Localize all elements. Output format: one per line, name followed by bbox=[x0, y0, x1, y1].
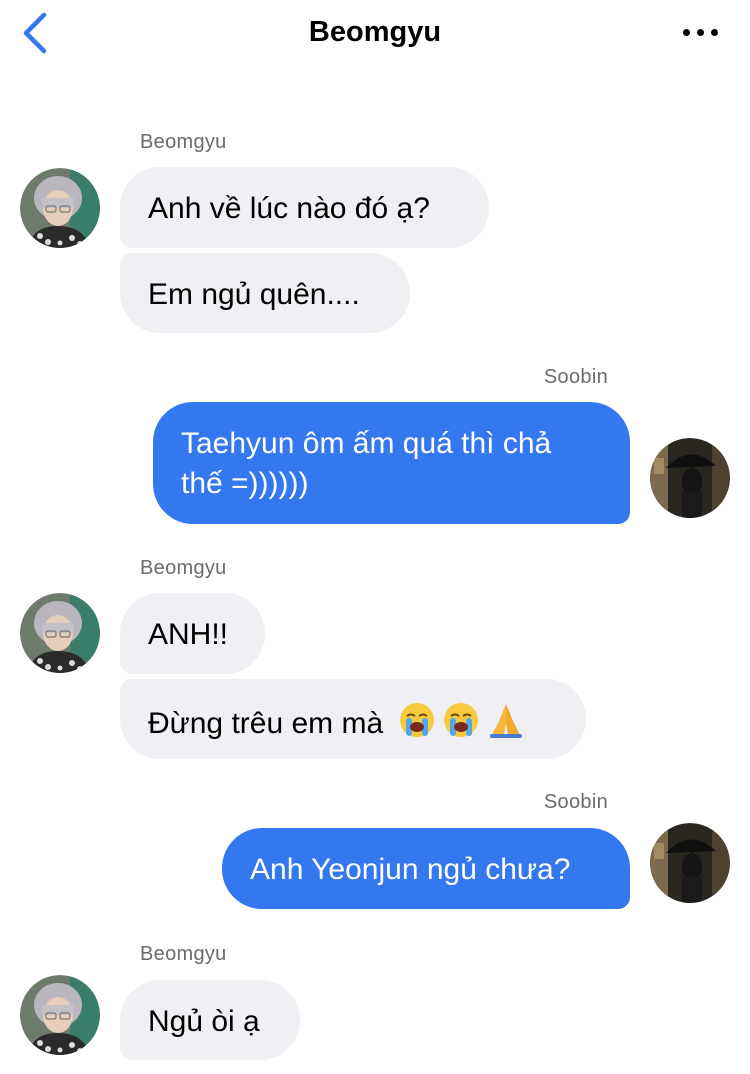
message-bubble-incoming[interactable]: Anh về lúc nào đó ạ? bbox=[120, 167, 489, 248]
contact-photo bbox=[20, 975, 100, 1055]
contact-photo bbox=[650, 438, 730, 518]
avatar[interactable] bbox=[650, 438, 730, 518]
sender-name: Soobin bbox=[543, 366, 608, 388]
message-text-line: Taehyun ôm ấm quá thì chả bbox=[181, 427, 552, 460]
sender-name: Beomgyu bbox=[140, 943, 227, 965]
loudly-crying-face-emoji bbox=[399, 703, 434, 737]
avatar[interactable] bbox=[20, 168, 100, 248]
message-bubble-outgoing[interactable]: Taehyun ôm ấm quá thì chả thế =)))))) bbox=[153, 402, 630, 524]
message-bubble-incoming[interactable]: Em ngủ quên.... bbox=[120, 253, 410, 333]
avatar[interactable] bbox=[20, 593, 100, 673]
sender-name: Soobin bbox=[543, 791, 608, 813]
message-text: Em ngủ quên.... bbox=[148, 278, 360, 311]
chat-header: Beomgyu bbox=[0, 0, 750, 72]
sender-name: Beomgyu bbox=[140, 131, 227, 153]
more-options-button[interactable] bbox=[676, 18, 724, 46]
message-text: ANH!! bbox=[148, 618, 229, 651]
message-text: Anh Yeonjun ngủ chưa? bbox=[250, 853, 571, 886]
ellipsis-dot bbox=[710, 28, 718, 36]
contact-photo bbox=[20, 593, 100, 673]
message-bubble-incoming[interactable]: Đừng trêu em mà bbox=[120, 679, 586, 759]
ellipsis-dot bbox=[682, 28, 690, 36]
loudly-crying-face-emoji bbox=[443, 703, 478, 737]
contact-photo bbox=[20, 168, 100, 248]
folded-hands-emoji bbox=[489, 704, 522, 738]
message-bubble-outgoing[interactable]: Anh Yeonjun ngủ chưa? bbox=[222, 828, 630, 909]
message-text: Đừng trêu em mà bbox=[148, 707, 384, 740]
ellipsis-dot bbox=[696, 28, 704, 36]
message-bubble-incoming[interactable]: Ngủ òi ạ bbox=[120, 980, 300, 1060]
avatar[interactable] bbox=[20, 975, 100, 1055]
message-text: Ngủ òi ạ bbox=[148, 1005, 260, 1038]
chat-title: Beomgyu bbox=[308, 16, 442, 48]
avatar[interactable] bbox=[650, 823, 730, 903]
message-text-line: thế =)))))) bbox=[181, 467, 309, 500]
message-bubble-incoming[interactable]: ANH!! bbox=[120, 593, 265, 674]
message-text: Anh về lúc nào đó ạ? bbox=[148, 192, 430, 225]
sender-name: Beomgyu bbox=[140, 557, 227, 579]
contact-photo bbox=[650, 823, 730, 903]
